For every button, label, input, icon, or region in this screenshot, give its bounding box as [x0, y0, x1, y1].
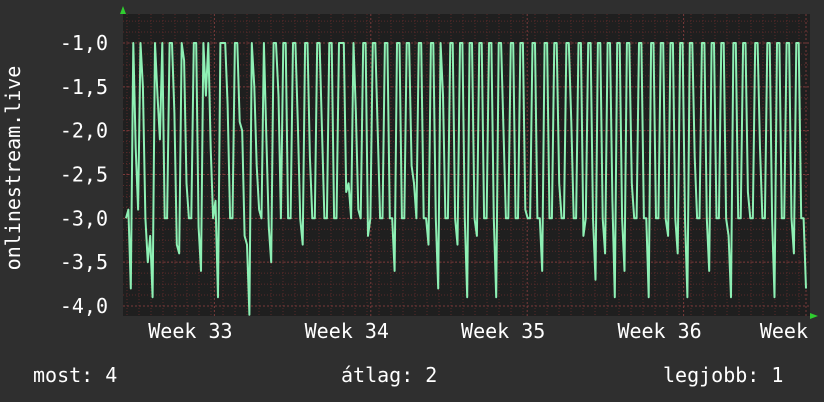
x-tick-label: Week 33 — [148, 319, 232, 343]
y-tick-label: -2,5 — [60, 163, 108, 187]
y-tick-label: -3,0 — [60, 206, 108, 230]
y-tick-label: -3,5 — [60, 250, 108, 274]
x-tick-label: Week 35 — [461, 319, 545, 343]
x-tick-label: Week — [760, 319, 808, 343]
x-axis-arrow — [810, 313, 818, 319]
x-tick-label: Week 36 — [617, 319, 701, 343]
chart: -1,0 -1,5 -2,0 -2,5 -3,0 -3,5 -4,0 Week 33 Week… — [1, 6, 818, 343]
y-tick-label: -4,0 — [60, 294, 108, 318]
y-tick-label: -1,5 — [60, 75, 108, 99]
y-tick-label: -2,0 — [60, 119, 108, 143]
current-value: most: 4 — [33, 363, 118, 387]
best-value: legjobb: 1 — [663, 363, 784, 387]
average-value: átlag: 2 — [341, 363, 438, 387]
y-tick-label: -1,0 — [60, 31, 108, 55]
y-axis-label: onlinestream.live — [1, 66, 25, 271]
x-tick-label: Week 34 — [305, 319, 389, 343]
y-axis-arrow — [120, 6, 126, 14]
